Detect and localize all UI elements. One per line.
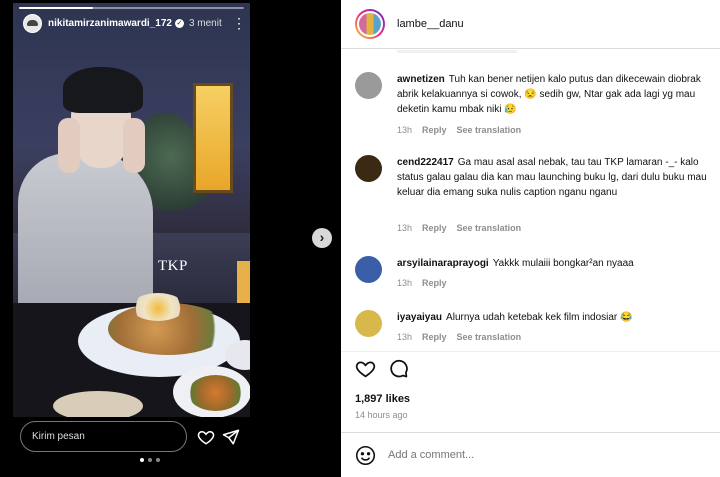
chevron-right-icon[interactable]: › <box>312 228 332 248</box>
story-reply-input[interactable]: Kirim pesan <box>20 421 187 452</box>
page-dot <box>140 458 144 462</box>
post-username[interactable]: lambe__danu <box>397 18 464 30</box>
see-translation-button[interactable]: See translation <box>457 125 522 135</box>
story-frame[interactable]: TKP nikitamirzanimawardi_172 ✓ 3 menit ⋮ <box>13 3 250 417</box>
verified-badge-icon: ✓ <box>174 18 184 28</box>
actions-divider <box>341 351 720 352</box>
reply-button[interactable]: Reply <box>422 278 447 288</box>
comment-text: Alurnya udah ketebak kek film indosiar 😂 <box>446 312 633 323</box>
comment-username[interactable]: arsyilainaraprayogi <box>397 258 489 269</box>
heart-icon[interactable] <box>355 358 376 379</box>
add-comment-input[interactable] <box>388 449 688 461</box>
comment-meta: 13h Reply <box>397 278 447 288</box>
comment-time: 13h <box>397 125 413 135</box>
story-page-indicator <box>140 458 160 462</box>
emoji-icon[interactable] <box>355 445 376 466</box>
comment-text: Yakkk mulaiii bongkar²an nyaaa <box>492 258 634 269</box>
comments-list: awnetizen Tuh kan bener netijen kalo putu… <box>341 50 720 350</box>
story-avatar[interactable] <box>23 13 42 33</box>
comment-meta: 13h Reply See translation <box>397 223 521 233</box>
comment-avatar[interactable] <box>355 310 382 337</box>
send-icon[interactable] <box>222 428 240 446</box>
story-person-hand-right <box>123 118 145 173</box>
comment-icon[interactable] <box>388 358 409 379</box>
post-header: lambe__danu <box>341 0 720 49</box>
story-username[interactable]: nikitamirzanimawardi_172 <box>48 18 172 29</box>
story-time: 3 menit <box>188 17 222 29</box>
comment-text-block: awnetizen Tuh kan bener netijen kalo putu… <box>397 72 719 117</box>
story-lamp-small <box>237 261 250 306</box>
story-person-cap <box>63 67 143 113</box>
comment-avatar[interactable] <box>355 72 382 99</box>
comment-text-block: cend222417 Ga mau asal asal nebak, tau ta… <box>397 155 719 200</box>
comment-avatar[interactable] <box>355 256 382 283</box>
story-header: nikitamirzanimawardi_172 ✓ 3 menit ⋮ <box>23 13 246 33</box>
likes-count[interactable]: 1,897 likes <box>355 393 410 405</box>
story-progress-bar <box>19 7 244 9</box>
see-translation-button[interactable]: See translation <box>457 223 522 233</box>
heart-icon[interactable] <box>197 428 215 446</box>
story-crackers <box>53 391 143 417</box>
scroll-cutoff <box>397 50 517 53</box>
story-fried-egg <box>131 293 185 321</box>
comment-time: 13h <box>397 278 413 288</box>
comment-meta: 13h Reply See translation <box>397 125 521 135</box>
reply-button[interactable]: Reply <box>422 223 447 233</box>
page-dot <box>148 458 152 462</box>
comment-avatar[interactable] <box>355 155 382 182</box>
story-person <box>18 153 153 313</box>
reply-button[interactable]: Reply <box>422 332 447 342</box>
comment-username[interactable]: iyayaiyau <box>397 312 442 323</box>
comment-time: 13h <box>397 332 413 342</box>
see-translation-button[interactable]: See translation <box>457 332 522 342</box>
comment-username[interactable]: awnetizen <box>397 74 445 85</box>
comment-username[interactable]: cend222417 <box>397 157 454 168</box>
story-person-hand-left <box>58 118 80 173</box>
post-avatar[interactable] <box>355 9 385 39</box>
comment-text-block: iyayaiyau Alurnya udah ketebak kek film i… <box>397 310 719 325</box>
story-lamp <box>193 83 233 193</box>
page-dot <box>156 458 160 462</box>
story-food-small <box>188 375 243 411</box>
comment-time: 13h <box>397 223 413 233</box>
story-overlay-text: TKP <box>158 258 188 274</box>
comment-meta: 13h Reply See translation <box>397 332 521 342</box>
story-progress-fill <box>19 7 94 9</box>
media-viewer: TKP nikitamirzanimawardi_172 ✓ 3 menit ⋮… <box>0 0 341 477</box>
reply-button[interactable]: Reply <box>422 125 447 135</box>
post-time: 14 hours ago <box>355 410 408 420</box>
post-panel: lambe__danu awnetizen Tuh kan bener netij… <box>341 0 720 477</box>
add-comment-bar <box>341 432 720 477</box>
more-vertical-icon[interactable]: ⋮ <box>232 16 246 30</box>
comment-text-block: arsyilainaraprayogi Yakkk mulaiii bongkar… <box>397 256 719 271</box>
